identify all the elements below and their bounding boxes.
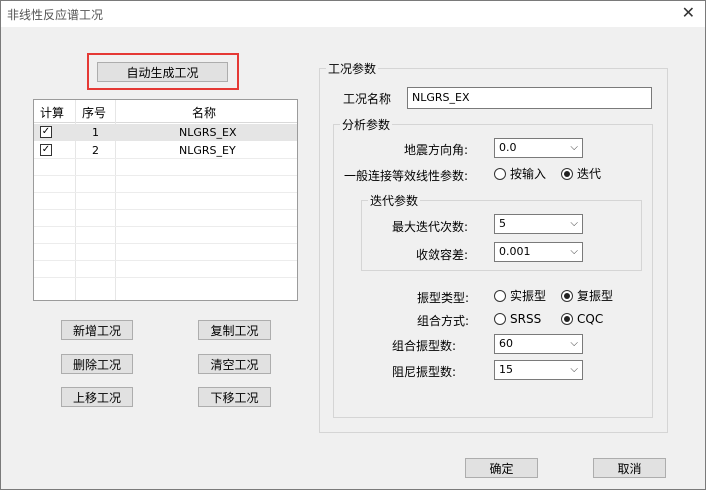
- max-iter-value: 5: [499, 217, 506, 230]
- combo-modes-combo[interactable]: 60 ⌵: [494, 334, 583, 354]
- header-compute: 计算: [40, 106, 65, 120]
- damping-modes-combo[interactable]: 15 ⌵: [494, 360, 583, 380]
- row-index: 2: [92, 144, 99, 157]
- combo-modes-value: 60: [499, 337, 513, 350]
- iteration-params-title: 迭代参数: [368, 192, 421, 209]
- move-down-button[interactable]: 下移工况: [198, 387, 271, 407]
- radio-circle: [561, 168, 573, 180]
- radio-circle: [494, 290, 506, 302]
- tolerance-label: 收敛容差:: [416, 248, 469, 262]
- ok-button[interactable]: 确定: [465, 458, 538, 478]
- case-name-input[interactable]: NLGRS_EX: [407, 87, 652, 109]
- row-name: NLGRS_EX: [179, 126, 237, 139]
- cancel-button[interactable]: 取消: [593, 458, 666, 478]
- row-line: [34, 277, 297, 278]
- header-name: 名称: [192, 106, 217, 120]
- row-line: [34, 226, 297, 227]
- chevron-down-icon: ⌵: [570, 338, 578, 349]
- complex-mode-label: 复振型: [577, 289, 614, 303]
- radio-circle: [494, 313, 506, 325]
- cqc-radio[interactable]: CQC: [561, 311, 603, 327]
- row-index: 1: [92, 126, 99, 139]
- case-name-label: 工况名称: [343, 92, 392, 106]
- case-params-title: 工况参数: [326, 60, 379, 77]
- chevron-down-icon: ⌵: [570, 364, 578, 375]
- srss-label: SRSS: [510, 312, 542, 326]
- max-iter-combo[interactable]: 5 ⌵: [494, 214, 583, 234]
- radio-circle: [561, 290, 573, 302]
- damping-modes-value: 15: [499, 363, 513, 376]
- srss-radio[interactable]: SRSS: [494, 311, 541, 327]
- move-up-button[interactable]: 上移工况: [61, 387, 133, 407]
- chevron-down-icon: ⌵: [570, 218, 578, 229]
- link-input-radio[interactable]: 按输入: [494, 166, 546, 182]
- real-mode-radio[interactable]: 实振型: [494, 288, 546, 304]
- chevron-down-icon: ⌵: [570, 246, 578, 257]
- quake-dir-combo[interactable]: 0.0 ⌵: [494, 138, 583, 158]
- delete-case-button[interactable]: 删除工况: [61, 354, 133, 374]
- row-checkbox[interactable]: ✓: [40, 126, 52, 138]
- table-row[interactable]: ✓ 2 NLGRS_EY: [34, 142, 297, 159]
- clear-cases-button[interactable]: 清空工况: [198, 354, 271, 374]
- combination-label: 组合方式:: [417, 314, 470, 328]
- row-line: [34, 260, 297, 261]
- row-line: [34, 243, 297, 244]
- row-line: [34, 192, 297, 193]
- link-iterate-radio[interactable]: 迭代: [561, 166, 601, 182]
- chevron-down-icon: ⌵: [570, 142, 578, 153]
- real-mode-label: 实振型: [510, 289, 547, 303]
- title-bar: 非线性反应谱工况 ✕: [1, 1, 705, 27]
- dialog-window: 非线性反应谱工况 ✕ 自动生成工况 计算 序号 名称 ✓ 1 NLGRS_EX …: [0, 0, 706, 490]
- close-icon[interactable]: ✕: [682, 4, 695, 22]
- link-iterate-label: 迭代: [577, 167, 602, 181]
- row-line: [34, 175, 297, 176]
- quake-dir-label: 地震方向角:: [404, 143, 469, 157]
- add-case-button[interactable]: 新增工况: [61, 320, 133, 340]
- mode-type-label: 振型类型:: [417, 291, 470, 305]
- damping-modes-label: 阻尼振型数:: [392, 365, 457, 379]
- row-line: [34, 158, 297, 159]
- auto-generate-button[interactable]: 自动生成工况: [97, 62, 228, 82]
- copy-case-button[interactable]: 复制工况: [198, 320, 271, 340]
- max-iter-label: 最大迭代次数:: [392, 220, 469, 234]
- cqc-label: CQC: [577, 312, 604, 326]
- radio-circle: [561, 313, 573, 325]
- complex-mode-radio[interactable]: 复振型: [561, 288, 613, 304]
- list-header: 计算 序号 名称: [34, 100, 297, 123]
- radio-circle: [494, 168, 506, 180]
- row-name: NLGRS_EY: [179, 144, 236, 157]
- quake-dir-value: 0.0: [499, 141, 517, 154]
- row-line: [34, 209, 297, 210]
- table-row[interactable]: ✓ 1 NLGRS_EX: [34, 124, 297, 141]
- combo-modes-label: 组合振型数:: [392, 339, 457, 353]
- window-title: 非线性反应谱工况: [7, 8, 104, 22]
- case-list[interactable]: 计算 序号 名称 ✓ 1 NLGRS_EX ✓ 2 NLGRS_EY: [33, 99, 298, 301]
- link-input-label: 按输入: [510, 167, 547, 181]
- row-checkbox[interactable]: ✓: [40, 144, 52, 156]
- header-index: 序号: [82, 106, 107, 120]
- link-param-label: 一般连接等效线性参数:: [344, 169, 469, 183]
- tolerance-combo[interactable]: 0.001 ⌵: [494, 242, 583, 262]
- analysis-params-title: 分析参数: [340, 116, 393, 133]
- tolerance-value: 0.001: [499, 245, 531, 258]
